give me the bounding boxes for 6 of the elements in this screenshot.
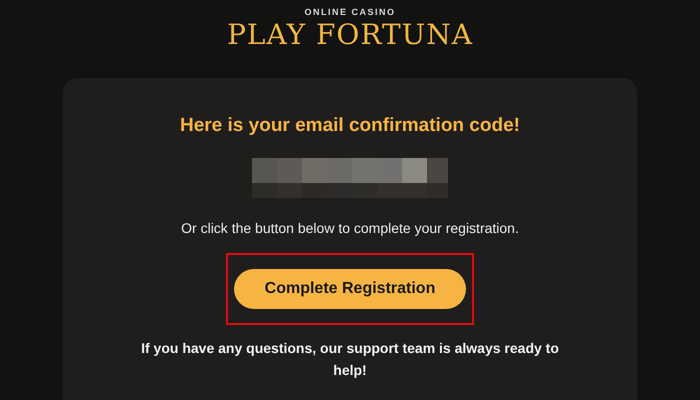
instruction-text: Or click the button below to complete your registration. <box>181 218 519 238</box>
support-text: If you have any questions, our support team is always ready to help! <box>140 338 560 380</box>
complete-registration-button[interactable]: Complete Registration <box>234 268 466 309</box>
email-heading: Here is your email confirmation code! <box>180 114 520 138</box>
logo-wordmark: PLAY FORTUNA <box>227 21 473 49</box>
logo-tagline: ONLINE CASINO <box>304 8 396 17</box>
